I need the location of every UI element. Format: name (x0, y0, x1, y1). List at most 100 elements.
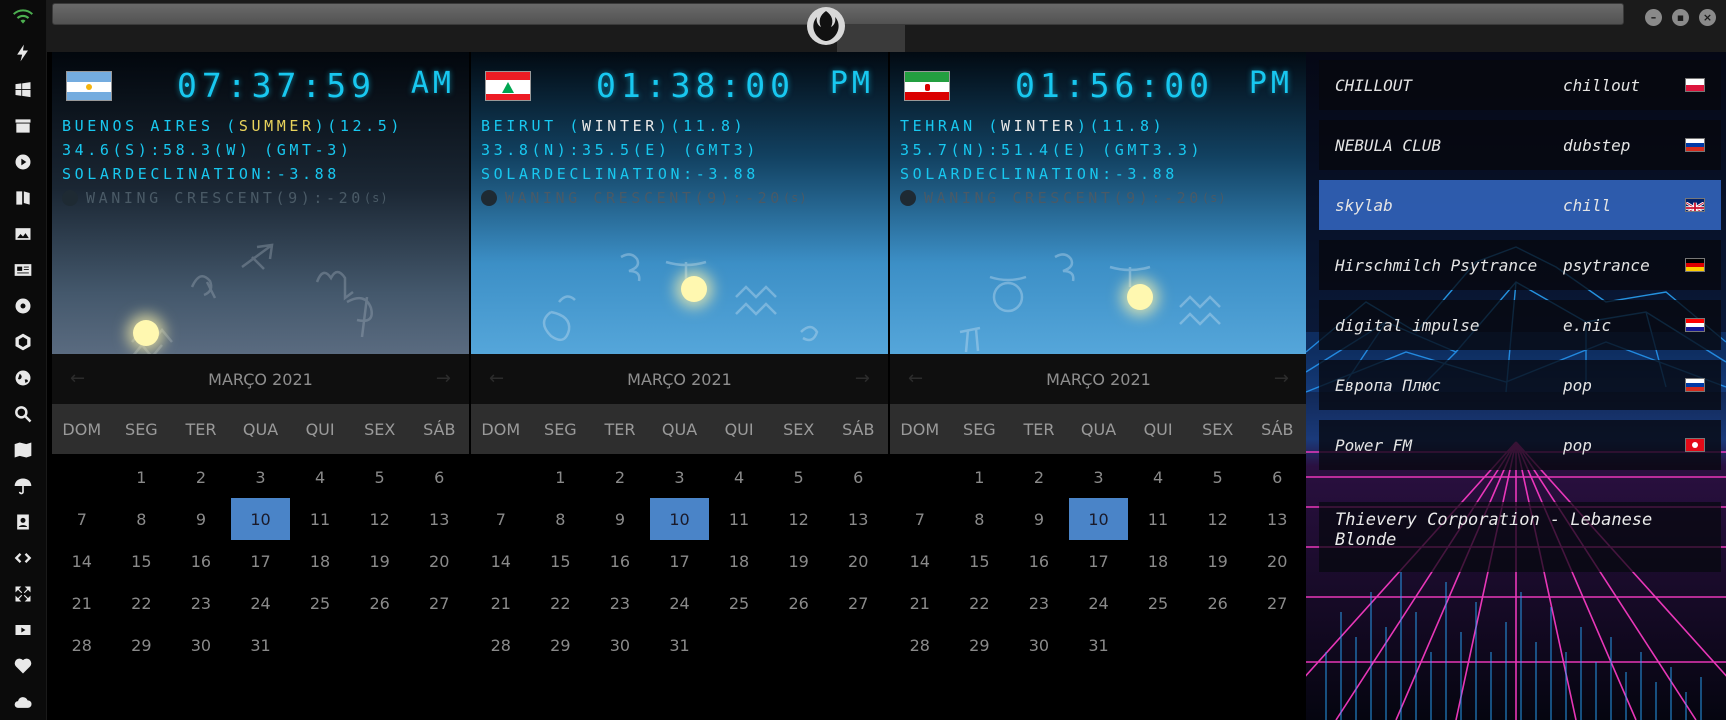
calendar-day[interactable]: 13 (409, 498, 469, 540)
calendar-day[interactable]: 13 (828, 498, 888, 540)
calendar-day[interactable]: 26 (350, 582, 410, 624)
code-icon[interactable] (11, 546, 35, 570)
cloud-icon[interactable] (11, 690, 35, 714)
calendar-day[interactable]: 18 (1128, 540, 1188, 582)
calendar-day[interactable]: 23 (1009, 582, 1069, 624)
calendar-day[interactable]: 28 (52, 624, 112, 666)
calendar-day[interactable]: 31 (231, 624, 291, 666)
calendar-day[interactable]: 9 (1009, 498, 1069, 540)
minimize-button[interactable]: – (1645, 9, 1662, 26)
calendar-day[interactable]: 24 (650, 582, 710, 624)
calendar-day[interactable]: 22 (950, 582, 1010, 624)
calendar-day[interactable]: 5 (769, 456, 829, 498)
station-item[interactable]: Hirschmilch Psytrance psytrance (1319, 240, 1721, 290)
calendar-day[interactable]: 7 (471, 498, 531, 540)
calendar-day[interactable]: 17 (650, 540, 710, 582)
station-item[interactable]: NEBULA CLUB dubstep (1319, 120, 1721, 170)
search-icon[interactable] (11, 402, 35, 426)
calendar-day[interactable]: 11 (1128, 498, 1188, 540)
umbrella-icon[interactable] (11, 474, 35, 498)
calendar-day[interactable]: 7 (52, 498, 112, 540)
station-item-selected[interactable]: skylab chill (1319, 180, 1721, 230)
calendar-day[interactable]: 4 (1128, 456, 1188, 498)
calendar-day[interactable]: 27 (409, 582, 469, 624)
calendar-day[interactable]: 17 (1069, 540, 1129, 582)
calendar-day[interactable]: 15 (531, 540, 591, 582)
calendar-day[interactable]: 5 (1188, 456, 1248, 498)
calendar-day[interactable]: 13 (1247, 498, 1307, 540)
calendar-day[interactable]: 12 (1188, 498, 1248, 540)
calendar-day[interactable]: 21 (890, 582, 950, 624)
youtube-icon[interactable] (11, 618, 35, 642)
lightning-icon[interactable] (11, 41, 35, 65)
calendar-day[interactable]: 5 (350, 456, 410, 498)
calendar-day[interactable]: 8 (950, 498, 1010, 540)
windows-icon[interactable] (11, 78, 35, 102)
calendar-day[interactable]: 2 (1009, 456, 1069, 498)
calendar-day[interactable]: 26 (1188, 582, 1248, 624)
calendar-day[interactable]: 8 (112, 498, 172, 540)
calendar-day[interactable]: 15 (950, 540, 1010, 582)
calendar-day[interactable]: 14 (890, 540, 950, 582)
calendar-day[interactable]: 17 (231, 540, 291, 582)
calendar-day[interactable]: 16 (1009, 540, 1069, 582)
prev-month-button[interactable]: ← (489, 368, 504, 389)
calendar-day[interactable]: 11 (709, 498, 769, 540)
station-item[interactable]: CHILLOUT chillout (1319, 60, 1721, 110)
calendar-day[interactable]: 12 (769, 498, 829, 540)
calendar-day[interactable]: 18 (290, 540, 350, 582)
map-icon[interactable] (11, 438, 35, 462)
calendar-day[interactable]: 27 (828, 582, 888, 624)
contacts-icon[interactable] (11, 510, 35, 534)
station-item[interactable]: Power FM pop (1319, 420, 1721, 470)
calendar-day[interactable]: 19 (769, 540, 829, 582)
calendar-day[interactable]: 14 (52, 540, 112, 582)
wifi-icon[interactable] (11, 5, 35, 29)
calendar-day[interactable]: 31 (650, 624, 710, 666)
next-month-button[interactable]: → (855, 368, 870, 389)
station-item[interactable]: digital impulse e.nic (1319, 300, 1721, 350)
calendar-day[interactable]: 30 (590, 624, 650, 666)
map-book-icon[interactable] (11, 186, 35, 210)
heart-icon[interactable] (11, 654, 35, 678)
hexagon-icon[interactable] (11, 330, 35, 354)
image-icon[interactable] (11, 222, 35, 246)
prev-month-button[interactable]: ← (908, 368, 923, 389)
rebel-icon[interactable] (11, 294, 35, 318)
close-button[interactable]: × (1699, 9, 1716, 26)
maximize-button[interactable]: ▪ (1672, 9, 1689, 26)
calendar-day[interactable]: 2 (590, 456, 650, 498)
next-month-button[interactable]: → (1274, 368, 1289, 389)
calendar-day[interactable]: 1 (531, 456, 591, 498)
calendar-day[interactable]: 22 (531, 582, 591, 624)
calendar-day[interactable]: 1 (112, 456, 172, 498)
calendar-day[interactable]: 20 (828, 540, 888, 582)
calendar-day[interactable]: 30 (171, 624, 231, 666)
calendar-day[interactable]: 27 (1247, 582, 1307, 624)
calendar-day[interactable]: 15 (112, 540, 172, 582)
calendar-day[interactable]: 18 (709, 540, 769, 582)
calendar-day[interactable]: 24 (1069, 582, 1129, 624)
calendar-day[interactable]: 29 (531, 624, 591, 666)
calendar-day[interactable]: 28 (471, 624, 531, 666)
calendar-day[interactable]: 28 (890, 624, 950, 666)
calendar-day[interactable]: 20 (409, 540, 469, 582)
calendar-day[interactable]: 3 (231, 456, 291, 498)
calendar-day[interactable]: 22 (112, 582, 172, 624)
calendar-day[interactable]: 19 (1188, 540, 1248, 582)
next-month-button[interactable]: → (436, 368, 451, 389)
calendar-day[interactable]: 3 (650, 456, 710, 498)
calendar-day[interactable]: 24 (231, 582, 291, 624)
calendar-day[interactable]: 14 (471, 540, 531, 582)
calendar-day[interactable]: 3 (1069, 456, 1129, 498)
calendar-day[interactable]: 8 (531, 498, 591, 540)
calendar-day[interactable]: 7 (890, 498, 950, 540)
news-icon[interactable] (11, 258, 35, 282)
calendar-day-today[interactable]: 10 (230, 498, 291, 540)
calendar-day[interactable]: 4 (709, 456, 769, 498)
calendar-day[interactable]: 23 (171, 582, 231, 624)
calendar-day[interactable]: 2 (171, 456, 231, 498)
station-item[interactable]: Европа Плюс pop (1319, 360, 1721, 410)
calendar-day-today[interactable]: 10 (649, 498, 710, 540)
calendar-day[interactable]: 16 (171, 540, 231, 582)
